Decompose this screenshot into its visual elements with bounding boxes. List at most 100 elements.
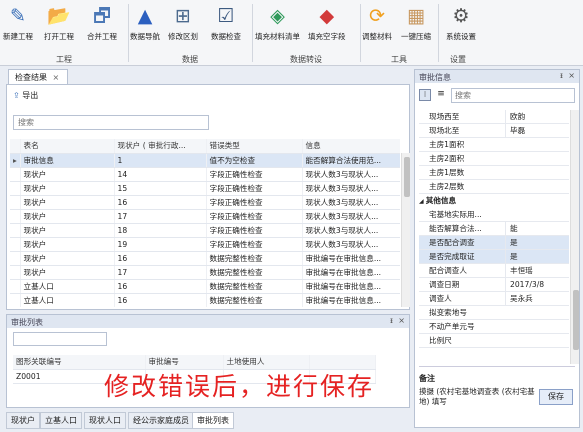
results-scrollbar[interactable] <box>401 153 410 307</box>
table-row[interactable]: 现状户 16 字段正确性检查 现状人数3与现状人... <box>10 195 400 210</box>
cell-type[interactable]: 数据完整性检查 <box>206 279 303 294</box>
table-row[interactable]: ▸ 审批信息 1 值不为空检查 能否解算合法使用范... <box>10 153 400 168</box>
cell-household[interactable]: 14 <box>114 167 207 182</box>
property-value[interactable]: 毕磊 <box>505 124 567 137</box>
table-row[interactable]: 现状户 16 数据完整性检查 审批编号在审批信息... <box>10 251 400 266</box>
pin-icon[interactable]: ᵻ <box>560 71 563 80</box>
collapse-icon[interactable]: ◢ <box>419 198 426 205</box>
cell-household[interactable]: 19 <box>114 237 207 252</box>
cell-household[interactable]: 16 <box>114 293 207 307</box>
bottom-tab-3[interactable]: 经公示家庭成员 <box>128 412 194 429</box>
cell-type[interactable]: 字段正确性检查 <box>206 167 303 182</box>
cell-info[interactable]: 现状人数3与现状人... <box>302 195 400 210</box>
close-icon[interactable]: × <box>398 316 405 325</box>
bottom-tab-0[interactable]: 现状户 <box>6 412 40 429</box>
property-row[interactable]: 主房2面积 <box>419 152 569 166</box>
property-scrollbar-thumb[interactable] <box>573 290 579 350</box>
toolbar-button-5[interactable]: ☑ 数据检查 <box>211 2 241 42</box>
toolbar-button-0[interactable]: ✎ 新建工程 <box>3 2 33 42</box>
cell-info[interactable]: 审批编号在审批信息... <box>302 265 400 280</box>
cell-household[interactable]: 15 <box>114 181 207 196</box>
save-button[interactable]: 保存 <box>539 389 573 405</box>
close-icon[interactable]: × <box>53 73 60 82</box>
search-input[interactable] <box>13 115 209 130</box>
column-header-household[interactable]: 现状户 ( 审批行政... <box>114 139 207 154</box>
cell-table[interactable]: 现状户 <box>20 209 115 224</box>
toolbar-button-8[interactable]: ⟳ 调整材料 <box>362 2 392 42</box>
property-row[interactable]: 宅基地实际用... <box>419 208 569 222</box>
cell-info[interactable]: 审批编号在审批信息... <box>302 293 400 307</box>
cell-info[interactable]: 现状人数3与现状人... <box>302 237 400 252</box>
cell-type[interactable]: 值不为空检查 <box>206 153 303 168</box>
cell-type[interactable]: 字段正确性检查 <box>206 195 303 210</box>
property-value[interactable]: 能 <box>505 222 567 235</box>
cell-type[interactable]: 数据完整性检查 <box>206 265 303 280</box>
toolbar-button-10[interactable]: ⚙ 系统设置 <box>446 2 476 42</box>
property-row[interactable]: 是否配合调查 是 <box>419 236 569 250</box>
bottom-tab-2[interactable]: 现状人口 <box>84 412 126 429</box>
cell-type[interactable]: 数据完整性检查 <box>206 293 303 307</box>
column-header-info[interactable]: 信息 <box>302 139 400 154</box>
cell-info[interactable]: 现状人数3与现状人... <box>302 167 400 182</box>
property-row[interactable]: 不动产单元号 <box>419 320 569 334</box>
property-row[interactable]: 现场西至 欧韵 <box>419 110 569 124</box>
cell-info[interactable]: 审批编号在审批信息... <box>302 279 400 294</box>
table-row[interactable]: 现状户 14 字段正确性检查 现状人数3与现状人... <box>10 167 400 182</box>
property-value[interactable]: 2017/3/8 <box>505 278 567 291</box>
cell-info[interactable]: 现状人数3与现状人... <box>302 209 400 224</box>
toolbar-button-2[interactable]: 🗗 合并工程 <box>87 2 117 42</box>
property-row[interactable]: 调查日期 2017/3/8 <box>419 278 569 292</box>
cell-household[interactable]: 16 <box>114 279 207 294</box>
cell-table[interactable]: 审批信息 <box>20 153 115 168</box>
cell-household[interactable]: 16 <box>114 195 207 210</box>
table-row[interactable]: 现状户 17 数据完整性检查 审批编号在审批信息... <box>10 265 400 280</box>
cell-info[interactable]: 现状人数3与现状人... <box>302 223 400 238</box>
cell-table[interactable]: 现状户 <box>20 223 115 238</box>
export-button[interactable]: ⇪ 导出 <box>13 90 38 101</box>
toolbar-button-4[interactable]: ⊞ 修改区划 <box>168 2 198 42</box>
table-row[interactable]: 现状户 19 字段正确性检查 现状人数3与现状人... <box>10 237 400 252</box>
approval-list-input[interactable] <box>13 332 107 346</box>
property-row[interactable]: 拟变索地号 <box>419 306 569 320</box>
property-row[interactable]: 主房1层数 <box>419 166 569 180</box>
property-scrollbar[interactable] <box>570 110 579 364</box>
property-search-input[interactable] <box>451 88 575 103</box>
section-other-info[interactable]: ◢ 其他信息 <box>419 194 569 208</box>
cell-type[interactable]: 字段正确性检查 <box>206 209 303 224</box>
property-row[interactable]: 主房1面积 <box>419 138 569 152</box>
cell-type[interactable]: 数据完整性检查 <box>206 251 303 266</box>
property-value[interactable]: 欧韵 <box>505 110 567 123</box>
cell-table[interactable]: 立基人口 <box>20 293 115 307</box>
toolbar-button-3[interactable]: ▲ 数据导航 <box>130 2 160 42</box>
property-value[interactable]: 是 <box>505 250 567 263</box>
column-header-error-type[interactable]: 错误类型 <box>206 139 303 154</box>
column-header-table[interactable]: 表名 <box>20 139 115 154</box>
table-row[interactable]: 现状户 17 字段正确性检查 现状人数3与现状人... <box>10 209 400 224</box>
cell-info[interactable]: 审批编号在审批信息... <box>302 251 400 266</box>
cell-type[interactable]: 字段正确性检查 <box>206 237 303 252</box>
cell-table[interactable]: 现状户 <box>20 237 115 252</box>
property-row[interactable]: 配合调查人 丰恒瑶 <box>419 264 569 278</box>
toolbar-button-7[interactable]: ◆ 填充空字段 <box>308 2 346 42</box>
toolbar-button-1[interactable]: 📂 打开工程 <box>44 2 74 42</box>
tab-check-results[interactable]: 检查结果 × <box>8 69 68 84</box>
cell-table[interactable]: 现状户 <box>20 251 115 266</box>
table-row[interactable]: 现状户 18 字段正确性检查 现状人数3与现状人... <box>10 223 400 238</box>
cell-household[interactable]: 16 <box>114 251 207 266</box>
categorized-view-icon[interactable]: ⁝ <box>419 89 431 101</box>
property-row[interactable]: 是否完成取证 是 <box>419 250 569 264</box>
table-row[interactable]: 立基人口 16 数据完整性检查 审批编号在审批信息... <box>10 279 400 294</box>
cell-type[interactable]: 字段正确性检查 <box>206 223 303 238</box>
table-row[interactable]: 立基人口 16 数据完整性检查 审批编号在审批信息... <box>10 293 400 307</box>
bottom-tab-1[interactable]: 立基人口 <box>40 412 82 429</box>
cell-table[interactable]: 现状户 <box>20 195 115 210</box>
cell-table[interactable]: 立基人口 <box>20 279 115 294</box>
pin-icon[interactable]: ᵻ <box>390 316 393 325</box>
cell-table[interactable]: 现状户 <box>20 167 115 182</box>
property-row[interactable]: 调查人 吴永兵 <box>419 292 569 306</box>
property-value[interactable]: 是 <box>505 236 567 249</box>
cell-type[interactable]: 字段正确性检查 <box>206 181 303 196</box>
toolbar-button-6[interactable]: ◈ 填充材料清单 <box>255 2 300 42</box>
cell-household[interactable]: 1 <box>114 153 207 168</box>
cell-household[interactable]: 18 <box>114 223 207 238</box>
